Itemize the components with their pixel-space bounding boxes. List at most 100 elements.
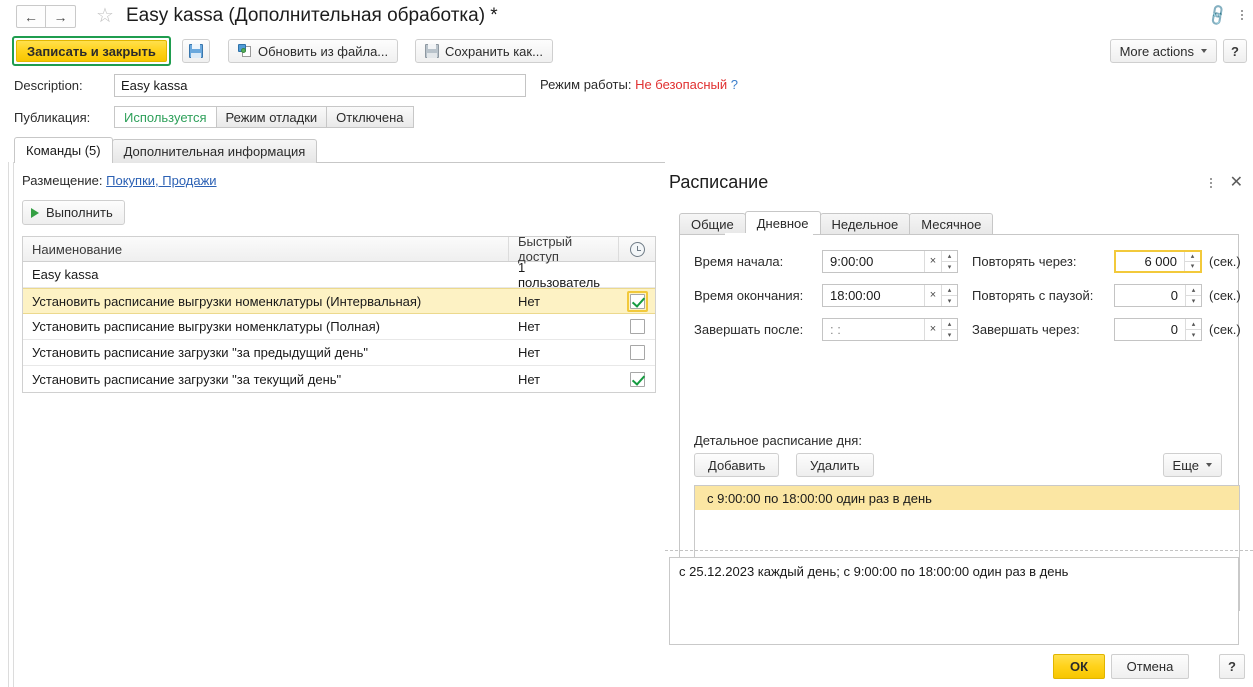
repeat-pause-spinner[interactable]: ▴ ▾: [1185, 284, 1201, 306]
help-button[interactable]: ?: [1223, 39, 1247, 63]
clear-icon[interactable]: ×: [924, 284, 941, 306]
play-icon: [31, 207, 39, 218]
description-input[interactable]: [114, 74, 526, 97]
repeat-every-field[interactable]: 6 000 ▴ ▾: [1114, 249, 1202, 273]
tab-monthly[interactable]: Месячное: [909, 213, 994, 235]
more-button-label: Еще: [1172, 457, 1199, 473]
dialog-footer: ОК Отмена ?: [665, 654, 1253, 687]
spinner-up-icon[interactable]: ▴: [942, 285, 957, 296]
schedule-checkbox[interactable]: [629, 293, 645, 309]
spinner-down-icon[interactable]: ▾: [1186, 296, 1201, 306]
table-row[interactable]: Easy kassa 1 пользователь: [23, 259, 655, 290]
save-as-button[interactable]: Сохранить как...: [415, 39, 553, 63]
spinner-down-icon[interactable]: ▾: [942, 330, 957, 340]
clear-icon[interactable]: ×: [924, 318, 941, 340]
workmode-status: Режим работы: Не безопасный ?: [540, 77, 738, 92]
cell-schedule: [619, 289, 655, 313]
placement-link[interactable]: Покупки, Продажи: [106, 173, 216, 188]
detail-schedule-label: Детальное расписание дня:: [694, 433, 862, 448]
save-button[interactable]: [182, 39, 210, 63]
publication-segmented-control: Используется Режим отладки Отключена: [114, 106, 414, 128]
spinner-up-icon[interactable]: ▴: [1186, 319, 1201, 330]
link-icon[interactable]: 🔗: [1205, 2, 1230, 28]
end-time-value: 18:00:00: [830, 287, 881, 303]
spinner-down-icon[interactable]: ▾: [1185, 262, 1200, 271]
complete-in-field[interactable]: 0 ▴ ▾: [1114, 317, 1202, 341]
execute-button[interactable]: Выполнить: [22, 200, 125, 225]
publication-option-debug[interactable]: Режим отладки: [215, 106, 328, 128]
schedule-checkbox[interactable]: [629, 345, 645, 360]
spinner-up-icon[interactable]: ▴: [1186, 285, 1201, 296]
more-actions-label: More actions: [1119, 43, 1194, 59]
more-actions-button[interactable]: More actions: [1109, 39, 1217, 63]
back-icon[interactable]: ←: [16, 5, 46, 28]
kebab-menu-icon[interactable]: [1241, 10, 1243, 20]
execute-button-label: Выполнить: [46, 205, 113, 220]
workmode-help-icon[interactable]: ?: [731, 77, 738, 92]
publication-option-disabled[interactable]: Отключена: [326, 106, 414, 128]
dialog-help-button[interactable]: ?: [1219, 654, 1245, 679]
cell-quick-access: Нет: [518, 345, 541, 360]
end-time-spinner[interactable]: ▴ ▾: [941, 284, 957, 306]
start-time-value: 9:00:00: [830, 253, 874, 269]
column-header-schedule[interactable]: [619, 237, 655, 261]
spinner-up-icon[interactable]: ▴: [1185, 252, 1200, 262]
tab-additional-info[interactable]: Дополнительная информация: [111, 139, 318, 163]
workmode-value: Не безопасный: [635, 77, 728, 92]
close-icon[interactable]: ✕: [1230, 175, 1243, 191]
repeat-every-label: Повторять через:: [972, 253, 1077, 269]
more-button[interactable]: Еще: [1162, 453, 1222, 477]
spinner-down-icon[interactable]: ▾: [1186, 330, 1201, 340]
update-from-file-button[interactable]: Обновить из файла...: [228, 39, 399, 63]
star-outline-icon[interactable]: ☆: [96, 6, 114, 26]
column-header-quick-access[interactable]: Быстрый доступ: [509, 234, 619, 264]
page-title: Easy kassa (Дополнительная обработка) *: [126, 5, 498, 26]
tab-weekly[interactable]: Недельное: [819, 213, 911, 235]
complete-in-spinner[interactable]: ▴ ▾: [1185, 318, 1201, 340]
table-row[interactable]: Установить расписание загрузки "за преды…: [23, 340, 655, 366]
chevron-down-icon: [1206, 463, 1212, 467]
spinner-down-icon[interactable]: ▾: [942, 262, 957, 272]
publication-option-used[interactable]: Используется: [114, 106, 217, 128]
repeat-pause-field[interactable]: 0 ▴ ▾: [1114, 283, 1202, 307]
ok-button[interactable]: ОК: [1053, 654, 1105, 679]
start-time-spinner[interactable]: ▴ ▾: [941, 250, 957, 272]
tab-daily[interactable]: Дневное: [744, 211, 821, 235]
complete-after-field[interactable]: : : × ▴ ▾: [822, 317, 958, 341]
save-as-floppy-icon: [425, 44, 439, 58]
main-tabs: Команды (5) Дополнительная информация: [14, 137, 318, 163]
clear-icon[interactable]: ×: [924, 250, 941, 272]
cancel-button[interactable]: Отмена: [1111, 654, 1189, 679]
spinner-down-icon[interactable]: ▾: [942, 296, 957, 306]
tab-commands[interactable]: Команды (5): [14, 137, 113, 163]
column-header-name[interactable]: Наименование: [23, 237, 509, 261]
command-bar: Записать и закрыть Обновить из файла... …: [0, 34, 1253, 69]
spinner-up-icon[interactable]: ▴: [942, 251, 957, 262]
table-row[interactable]: Установить расписание загрузки "за текущ…: [23, 366, 655, 392]
add-button[interactable]: Добавить: [694, 453, 780, 477]
spinner-up-icon[interactable]: ▴: [942, 319, 957, 330]
placement: Размещение: Покупки, Продажи: [22, 173, 217, 188]
update-from-file-label: Обновить из файла...: [258, 43, 389, 59]
delete-button[interactable]: Удалить: [796, 453, 874, 477]
cell-name: Easy kassa: [32, 267, 99, 282]
start-time-field[interactable]: 9:00:00 × ▴ ▾: [822, 249, 958, 273]
kebab-menu-icon[interactable]: [1209, 178, 1212, 188]
repeat-every-spinner[interactable]: ▴ ▾: [1184, 251, 1200, 271]
table-row[interactable]: Установить расписание выгрузки номенклат…: [23, 288, 655, 314]
complete-after-spinner[interactable]: ▴ ▾: [941, 318, 957, 340]
cell-quick-access: 1 пользователь: [518, 259, 601, 290]
forward-icon[interactable]: →: [46, 5, 76, 28]
cell-schedule: [619, 262, 655, 287]
schedule-checkbox[interactable]: [629, 319, 645, 334]
save-and-close-button[interactable]: Записать и закрыть: [16, 40, 167, 62]
complete-after-label: Завершать после:: [694, 321, 804, 337]
end-time-field[interactable]: 18:00:00 × ▴ ▾: [822, 283, 958, 307]
table-row[interactable]: Установить расписание выгрузки номенклат…: [23, 314, 655, 340]
complete-after-row: Завершать после: : : × ▴ ▾ Завершать чер…: [694, 317, 1241, 341]
schedule-checkbox[interactable]: [629, 371, 645, 387]
tab-general[interactable]: Общие: [679, 213, 746, 235]
cell-name: Установить расписание выгрузки номенклат…: [32, 293, 422, 309]
description-label: Description:: [14, 78, 83, 93]
list-item[interactable]: с 9:00:00 по 18:00:00 один раз в день: [695, 486, 1239, 510]
